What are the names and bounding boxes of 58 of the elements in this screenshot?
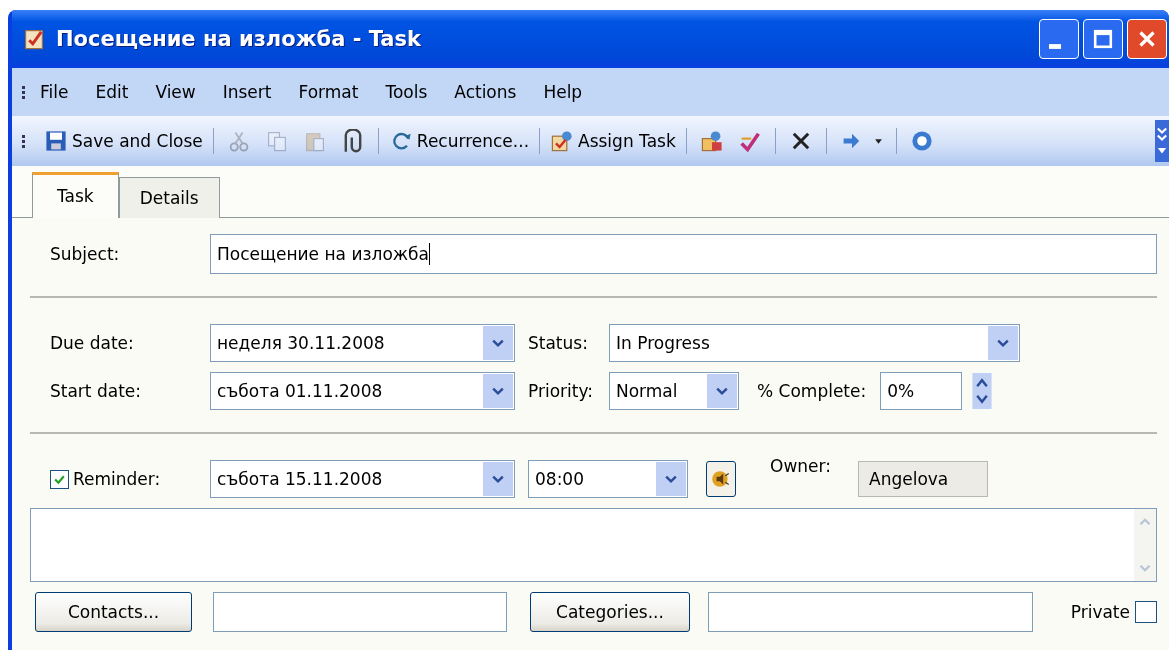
field-label: Owner: xyxy=(770,456,832,476)
subject-field[interactable]: Посещение на изложба xyxy=(210,234,1157,274)
reminder-date-dropdown[interactable]: събота 15.11.2008 xyxy=(210,460,515,498)
tab[interactable]: Task xyxy=(32,172,119,218)
categories-field[interactable] xyxy=(708,592,1033,632)
chevron-down-icon xyxy=(997,338,1009,348)
caret-icon xyxy=(873,136,883,146)
categories-button[interactable]: Categories... xyxy=(530,592,690,632)
window-title: Посещение на изложба - Task xyxy=(56,27,422,51)
owner-field: Angelova xyxy=(858,461,988,497)
chevron-down-icon xyxy=(492,338,504,348)
tab[interactable]: Details xyxy=(118,177,220,218)
field-label: Priority: xyxy=(527,381,594,401)
chevron-down-icon xyxy=(716,386,728,396)
grip-icon xyxy=(22,133,26,149)
menu-item[interactable]: Format xyxy=(298,82,359,102)
private-checkbox[interactable] xyxy=(1135,601,1157,623)
menu-item[interactable]: Actions xyxy=(454,82,517,102)
menu-item[interactable]: File xyxy=(40,82,69,102)
menu-item[interactable]: Edit xyxy=(95,82,129,102)
chevron-down-icon xyxy=(665,474,677,484)
toolbar-button[interactable]: Assign Task xyxy=(546,123,680,159)
field-label: Due date: xyxy=(49,333,135,353)
status-dropdown[interactable]: In Progress xyxy=(609,324,1020,362)
speaker-icon xyxy=(710,468,732,490)
notes-area[interactable] xyxy=(30,508,1157,582)
menu-item[interactable]: Tools xyxy=(385,82,428,102)
chevron-down-icon xyxy=(492,386,504,396)
menu-item[interactable]: Help xyxy=(543,82,583,102)
percent-complete-field[interactable]: 0% xyxy=(880,372,963,410)
sound-button[interactable] xyxy=(706,461,736,497)
start-date-dropdown[interactable]: събота 01.11.2008 xyxy=(210,372,515,410)
field-label: Start date: xyxy=(49,381,142,401)
minimize-button[interactable] xyxy=(1039,19,1079,59)
minimize-icon xyxy=(1049,43,1061,49)
toolbar-button[interactable]: Save and Close xyxy=(40,123,207,159)
checkbox-label: Private xyxy=(1070,602,1130,622)
menu-item[interactable]: Insert xyxy=(222,82,272,102)
help-icon xyxy=(909,129,934,153)
due-date-dropdown[interactable]: неделя 30.11.2008 xyxy=(210,324,515,362)
clipboard-check-icon xyxy=(550,129,575,153)
contacts-field[interactable] xyxy=(213,592,507,632)
maximize-button[interactable] xyxy=(1083,19,1123,59)
spinner-icon[interactable] xyxy=(970,373,995,409)
priority-dropdown[interactable]: Normal xyxy=(609,372,739,410)
menu-item[interactable]: View xyxy=(155,82,196,102)
field-label: % Complete: xyxy=(756,381,868,401)
field-label: Status: xyxy=(527,333,589,353)
reminder-checkbox[interactable] xyxy=(50,469,69,489)
toolbar-button[interactable]: Recurrence... xyxy=(384,123,534,159)
chevron-down-icon xyxy=(492,474,504,484)
task-icon xyxy=(22,27,46,51)
close-button[interactable] xyxy=(1127,19,1167,59)
checkbox-label: Reminder: xyxy=(73,469,161,489)
contacts-button[interactable]: Contacts... xyxy=(35,592,192,632)
reminder-time-dropdown[interactable]: 08:00 xyxy=(528,460,688,498)
field-label: Subject: xyxy=(49,244,121,264)
grip-icon xyxy=(22,84,26,100)
